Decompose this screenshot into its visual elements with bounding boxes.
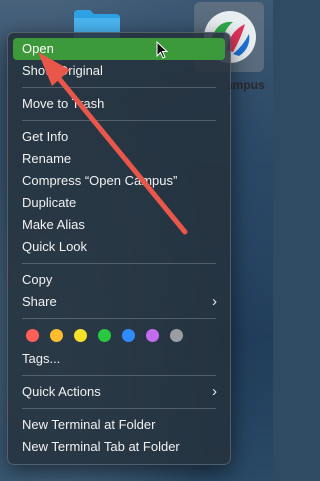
menu-item-open[interactable]: Open — [13, 38, 225, 60]
menu-item-new-terminal-at-folder[interactable]: New Terminal at Folder — [13, 414, 225, 436]
tag-blue-dot[interactable] — [122, 328, 135, 342]
tag-green-dot[interactable] — [98, 328, 111, 342]
tag-orange-dot[interactable] — [50, 328, 63, 342]
menu-separator — [22, 120, 216, 121]
menu-item-quick-look[interactable]: Quick Look — [13, 236, 225, 258]
menu-separator — [22, 263, 216, 264]
chevron-right-icon: › — [212, 383, 217, 400]
menu-separator — [22, 87, 216, 88]
tag-purple-dot[interactable] — [146, 328, 159, 342]
menu-item-share[interactable]: Share › — [13, 291, 225, 313]
tag-yellow-dot[interactable] — [74, 328, 87, 342]
menu-item-copy[interactable]: Copy — [13, 269, 225, 291]
menu-separator — [22, 408, 216, 409]
chevron-right-icon: › — [212, 293, 217, 310]
tag-red-dot[interactable] — [26, 328, 39, 342]
menu-item-share-label: Share — [22, 294, 57, 309]
menu-separator — [22, 375, 216, 376]
menu-item-move-to-trash[interactable]: Move to Trash — [13, 93, 225, 115]
context-menu: Open Show Original Move to Trash Get Inf… — [7, 32, 231, 465]
app-icon-label[interactable]: ampus — [226, 78, 265, 92]
menu-item-new-terminal-tab-at-folder[interactable]: New Terminal Tab at Folder — [13, 436, 225, 458]
menu-item-make-alias[interactable]: Make Alias — [13, 214, 225, 236]
mouse-cursor-icon — [156, 41, 168, 59]
menu-item-compress[interactable]: Compress “Open Campus” — [13, 170, 225, 192]
menu-separator — [22, 318, 216, 319]
menu-item-tags[interactable]: Tags... — [13, 348, 225, 370]
menu-item-quick-actions-label: Quick Actions — [22, 384, 101, 399]
menu-item-duplicate[interactable]: Duplicate — [13, 192, 225, 214]
tag-gray-dot[interactable] — [170, 328, 183, 342]
menu-item-show-original[interactable]: Show Original — [13, 60, 225, 82]
menu-item-quick-actions[interactable]: Quick Actions › — [13, 381, 225, 403]
menu-item-get-info[interactable]: Get Info — [13, 126, 225, 148]
menu-item-rename[interactable]: Rename — [13, 148, 225, 170]
tag-color-row — [13, 324, 225, 346]
